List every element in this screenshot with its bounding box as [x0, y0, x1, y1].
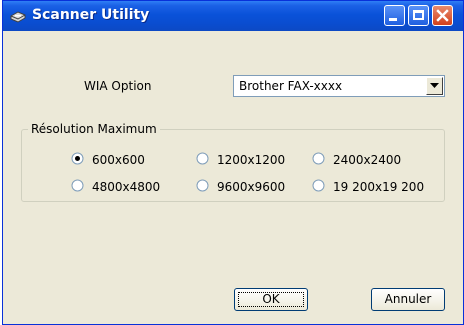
minimize-button[interactable]: [384, 5, 405, 26]
scanner-utility-dialog: Scanner Utility WIA Option Brother FAX-x…: [2, 0, 464, 325]
ok-button[interactable]: OK: [234, 288, 308, 311]
radio-9600x9600[interactable]: [196, 179, 209, 192]
wia-option-select[interactable]: Brother FAX-xxxx: [233, 75, 445, 97]
radio-1200x1200[interactable]: [196, 152, 209, 165]
radio-4800x4800[interactable]: [71, 179, 84, 192]
close-button[interactable]: [432, 5, 453, 26]
resolution-legend: Résolution Maximum: [28, 122, 160, 136]
window-title: Scanner Utility: [32, 7, 150, 23]
close-icon: [436, 9, 449, 22]
radio-label[interactable]: 2400x2400: [333, 153, 401, 167]
minimize-icon: [389, 18, 397, 21]
radio-label[interactable]: 19 200x19 200: [333, 180, 424, 194]
radio-19200x19200[interactable]: [312, 179, 325, 192]
wia-option-label: WIA Option: [84, 79, 152, 93]
radio-2400x2400[interactable]: [312, 152, 325, 165]
scanner-icon: [10, 11, 26, 23]
chevron-down-icon: [430, 83, 439, 88]
cancel-button[interactable]: Annuler: [371, 288, 445, 311]
radio-label[interactable]: 9600x9600: [217, 180, 285, 194]
title-bar[interactable]: Scanner Utility: [3, 1, 463, 31]
radio-label[interactable]: 1200x1200: [217, 153, 285, 167]
cancel-button-label: Annuler: [384, 292, 432, 306]
maximize-button[interactable]: [408, 5, 429, 26]
wia-option-value: Brother FAX-xxxx: [239, 79, 343, 93]
radio-600x600[interactable]: [71, 152, 84, 165]
radio-label[interactable]: 4800x4800: [92, 180, 160, 194]
maximize-icon: [413, 10, 424, 20]
dropdown-arrow-button[interactable]: [426, 77, 443, 95]
focus-rect: [238, 292, 304, 307]
radio-label[interactable]: 600x600: [92, 153, 145, 167]
